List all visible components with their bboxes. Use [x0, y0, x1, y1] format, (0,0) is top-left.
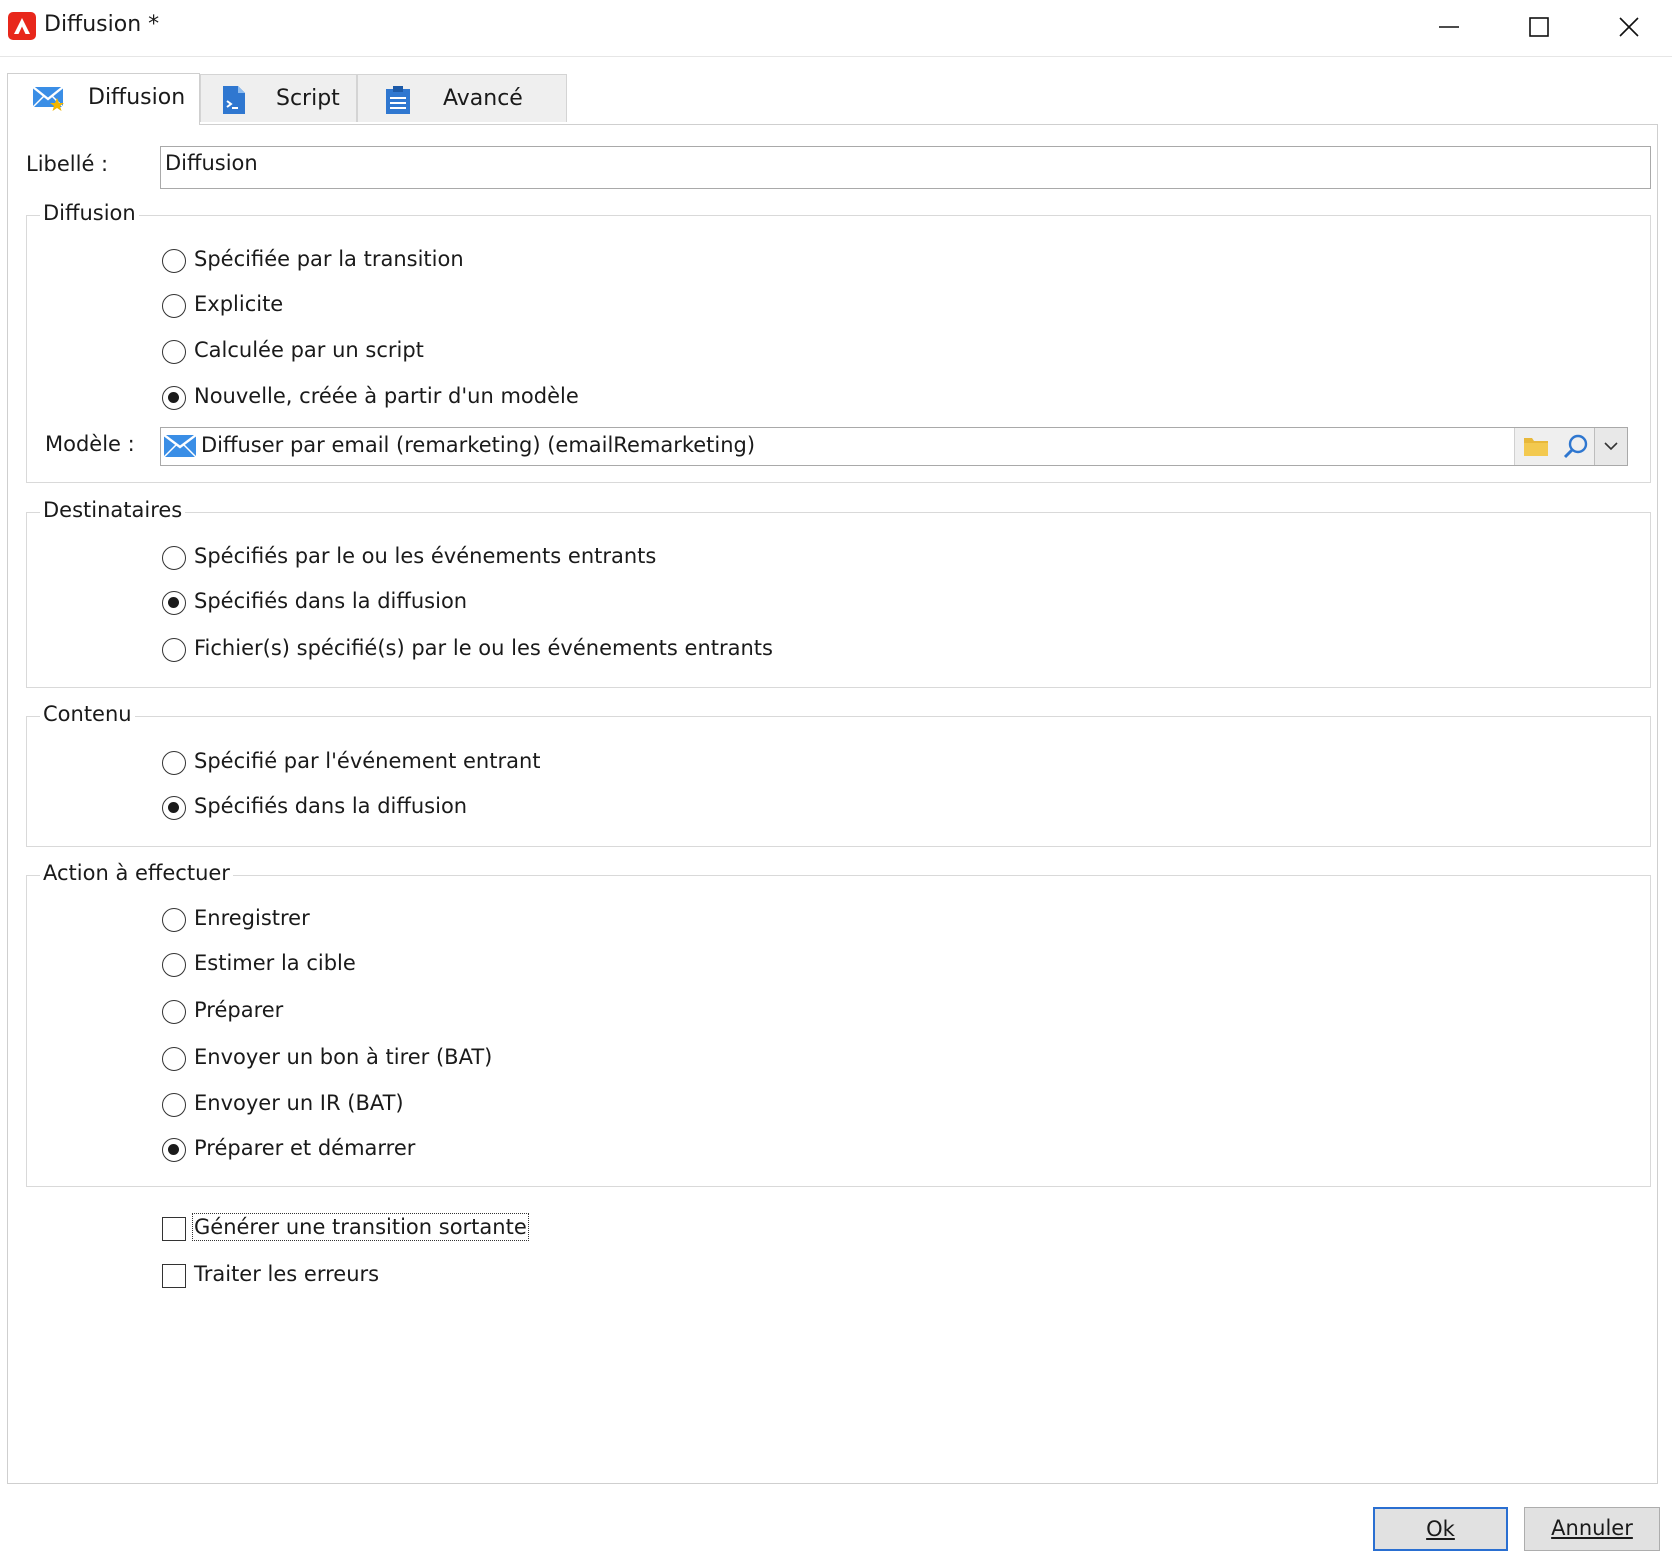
- radio-button[interactable]: [162, 1093, 186, 1117]
- radio-button[interactable]: [162, 796, 186, 820]
- diffusion-group-legend: Diffusion: [40, 201, 139, 225]
- modele-combo[interactable]: Diffuser par email (remarketing) (emailR…: [160, 427, 1628, 466]
- radio-label: Nouvelle, créée à partir d'un modèle: [194, 384, 579, 408]
- tab-label: Diffusion: [88, 85, 186, 110]
- adobe-logo-icon: [8, 12, 36, 40]
- destinataires-group-legend: Destinataires: [40, 498, 186, 522]
- radio-button[interactable]: [162, 591, 186, 615]
- tab-label: Avancé: [443, 86, 523, 111]
- libelle-input[interactable]: Diffusion: [160, 146, 1651, 189]
- radio-button[interactable]: [162, 1138, 186, 1162]
- ok-button[interactable]: Ok: [1373, 1507, 1508, 1551]
- radio-button[interactable]: [162, 908, 186, 932]
- radio-button[interactable]: [162, 1000, 186, 1024]
- email-icon: [163, 434, 197, 462]
- chevron-down-icon[interactable]: [1594, 428, 1627, 465]
- radio-label: Spécifiés dans la diffusion: [194, 794, 468, 818]
- title-bar: Diffusion *: [0, 0, 1672, 57]
- close-button[interactable]: [1584, 0, 1672, 54]
- maximize-button[interactable]: [1494, 0, 1584, 54]
- radio-label: Spécifié par l'événement entrant: [194, 749, 541, 773]
- radio-button[interactable]: [162, 751, 186, 775]
- search-icon[interactable]: [1563, 434, 1589, 465]
- libelle-value: Diffusion: [165, 151, 258, 175]
- checkbox[interactable]: [162, 1217, 186, 1241]
- radio-label: Enregistrer: [194, 906, 310, 930]
- modele-value: Diffuser par email (remarketing) (emailR…: [201, 433, 756, 457]
- contenu-group-legend: Contenu: [40, 702, 135, 726]
- radio-button[interactable]: [162, 294, 186, 318]
- cancel-button[interactable]: Annuler: [1524, 1507, 1660, 1551]
- radio-button[interactable]: [162, 340, 186, 364]
- contenu-group: [26, 716, 1651, 847]
- radio-label: Préparer et démarrer: [194, 1136, 416, 1160]
- modele-label: Modèle :: [45, 432, 135, 456]
- radio-button[interactable]: [162, 953, 186, 977]
- tab-label: Script: [276, 86, 340, 111]
- action-group-legend: Action à effectuer: [40, 861, 233, 885]
- radio-label: Envoyer un bon à tirer (BAT): [194, 1045, 493, 1069]
- script-icon: [221, 85, 247, 120]
- window-title: Diffusion *: [44, 12, 160, 37]
- radio-label: Explicite: [194, 292, 284, 316]
- radio-button[interactable]: [162, 386, 186, 410]
- checkbox-label: Générer une transition sortante: [192, 1213, 529, 1241]
- checkbox[interactable]: [162, 1264, 186, 1288]
- tab-script[interactable]: Script: [200, 74, 357, 122]
- radio-label: Spécifiés par le ou les événements entra…: [194, 544, 657, 568]
- clipboard-icon: [385, 85, 411, 120]
- radio-button[interactable]: [162, 546, 186, 570]
- radio-button[interactable]: [162, 249, 186, 273]
- minimize-button[interactable]: [1404, 0, 1494, 54]
- email-star-icon: [32, 84, 66, 117]
- tab-avance[interactable]: Avancé: [357, 74, 567, 122]
- radio-button[interactable]: [162, 1047, 186, 1071]
- radio-button[interactable]: [162, 638, 186, 662]
- radio-label: Spécifiés dans la diffusion: [194, 589, 468, 613]
- radio-label: Envoyer un IR (BAT): [194, 1091, 404, 1115]
- radio-label: Calculée par un script: [194, 338, 424, 362]
- radio-label: Spécifiée par la transition: [194, 247, 464, 271]
- libelle-label: Libellé :: [26, 152, 109, 176]
- combo-tools: [1514, 428, 1627, 465]
- radio-label: Estimer la cible: [194, 951, 356, 975]
- tab-diffusion[interactable]: Diffusion: [7, 73, 200, 125]
- radio-label: Préparer: [194, 998, 284, 1022]
- folder-icon[interactable]: [1523, 435, 1549, 462]
- radio-label: Fichier(s) spécifié(s) par le ou les évé…: [194, 636, 773, 660]
- checkbox-label: Traiter les erreurs: [194, 1262, 380, 1286]
